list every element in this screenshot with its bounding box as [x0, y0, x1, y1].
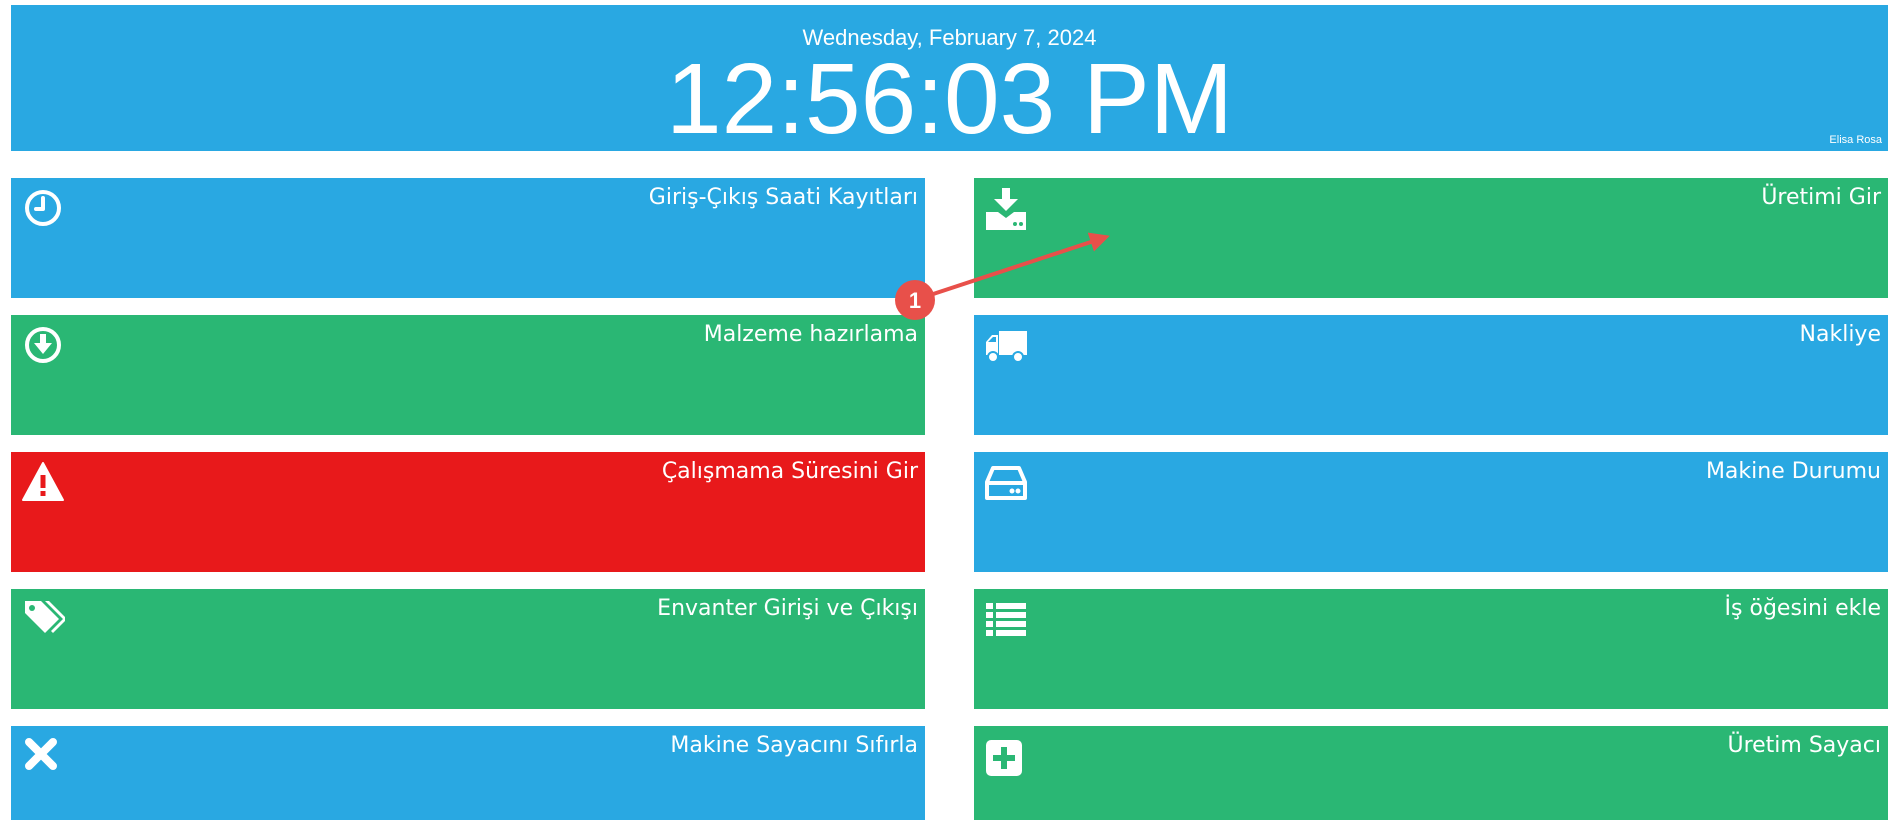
arrow-down-circle-icon [21, 323, 65, 367]
tags-icon [21, 597, 65, 641]
user-name: Elisa Rosa [1829, 134, 1882, 146]
tile-label: Nakliye [1799, 322, 1881, 347]
warning-icon [21, 460, 65, 504]
tile-label: Envanter Girişi ve Çıkışı [657, 596, 918, 621]
clock-header: Wednesday, February 7, 2024 12:56:03 PM … [11, 5, 1888, 155]
tile-label: Üretimi Gir [1761, 185, 1881, 210]
truck-icon [984, 323, 1028, 367]
tile-reset-machine-counter[interactable]: Makine Sayacını Sıfırla [11, 726, 925, 820]
tile-label: Giriş-Çıkış Saati Kayıtları [648, 185, 918, 210]
download-tray-icon [984, 186, 1028, 230]
list-icon [984, 597, 1028, 641]
tile-enter-production[interactable]: Üretimi Gir [974, 178, 1888, 298]
clock-icon [21, 186, 65, 230]
tile-downtime-entry[interactable]: Çalışmama Süresini Gir [11, 452, 925, 572]
tile-label: İş öğesini ekle [1724, 596, 1881, 621]
tile-label: Malzeme hazırlama [703, 322, 918, 347]
x-icon [21, 734, 65, 778]
hard-drive-icon [984, 460, 1028, 504]
tile-label: Çalışmama Süresini Gir [661, 459, 918, 484]
plus-square-icon [984, 734, 1028, 778]
tile-inventory-in-out[interactable]: Envanter Girişi ve Çıkışı [11, 589, 925, 709]
tile-label: Üretim Sayacı [1727, 733, 1881, 758]
current-time: 12:56:03 PM [665, 43, 1234, 155]
tile-shipping[interactable]: Nakliye [974, 315, 1888, 435]
tile-add-work-item[interactable]: İş öğesini ekle [974, 589, 1888, 709]
tile-clock-in-out[interactable]: Giriş-Çıkış Saati Kayıtları [11, 178, 925, 298]
tile-label: Makine Sayacını Sıfırla [670, 733, 918, 758]
tile-material-preparation[interactable]: Malzeme hazırlama [11, 315, 925, 435]
tile-label: Makine Durumu [1705, 459, 1881, 484]
tile-machine-status[interactable]: Makine Durumu [974, 452, 1888, 572]
tile-production-counter[interactable]: Üretim Sayacı [974, 726, 1888, 820]
